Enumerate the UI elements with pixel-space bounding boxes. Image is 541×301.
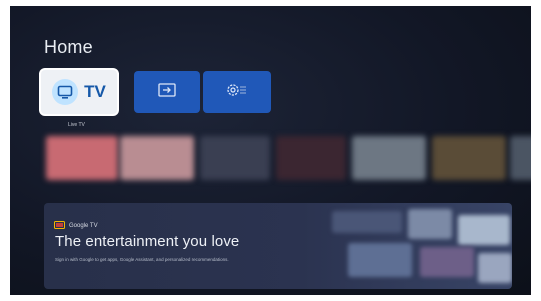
apps-row — [10, 136, 531, 180]
live-tv-caption: Live TV — [68, 122, 85, 128]
app-tile[interactable] — [276, 136, 346, 180]
google-tv-banner[interactable]: Google TV The entertainment you love Sig… — [44, 203, 512, 289]
brand-label: Google TV — [69, 223, 98, 229]
app-tile[interactable] — [510, 136, 531, 180]
live-tv-tile[interactable]: TV — [41, 70, 117, 114]
page-title: Home — [44, 37, 93, 57]
tv-icon — [52, 79, 79, 105]
app-tile[interactable] — [200, 136, 270, 180]
banner-artwork — [322, 203, 512, 289]
input-icon — [157, 82, 177, 103]
tv-home-screen: Home TV Live TV Google TV The entertainm… — [10, 6, 531, 295]
live-tv-label: TV — [84, 82, 106, 101]
app-tile[interactable] — [432, 136, 506, 180]
app-tile[interactable] — [352, 136, 426, 180]
settings-tile[interactable] — [203, 71, 271, 113]
banner-subtext: Sign in with Google to get apps, Google … — [55, 257, 229, 262]
app-tile[interactable] — [46, 136, 118, 180]
app-tile[interactable] — [120, 136, 194, 180]
input-tile[interactable] — [134, 71, 200, 113]
banner-headline: The entertainment you love — [55, 233, 240, 250]
settings-icon — [224, 81, 250, 104]
